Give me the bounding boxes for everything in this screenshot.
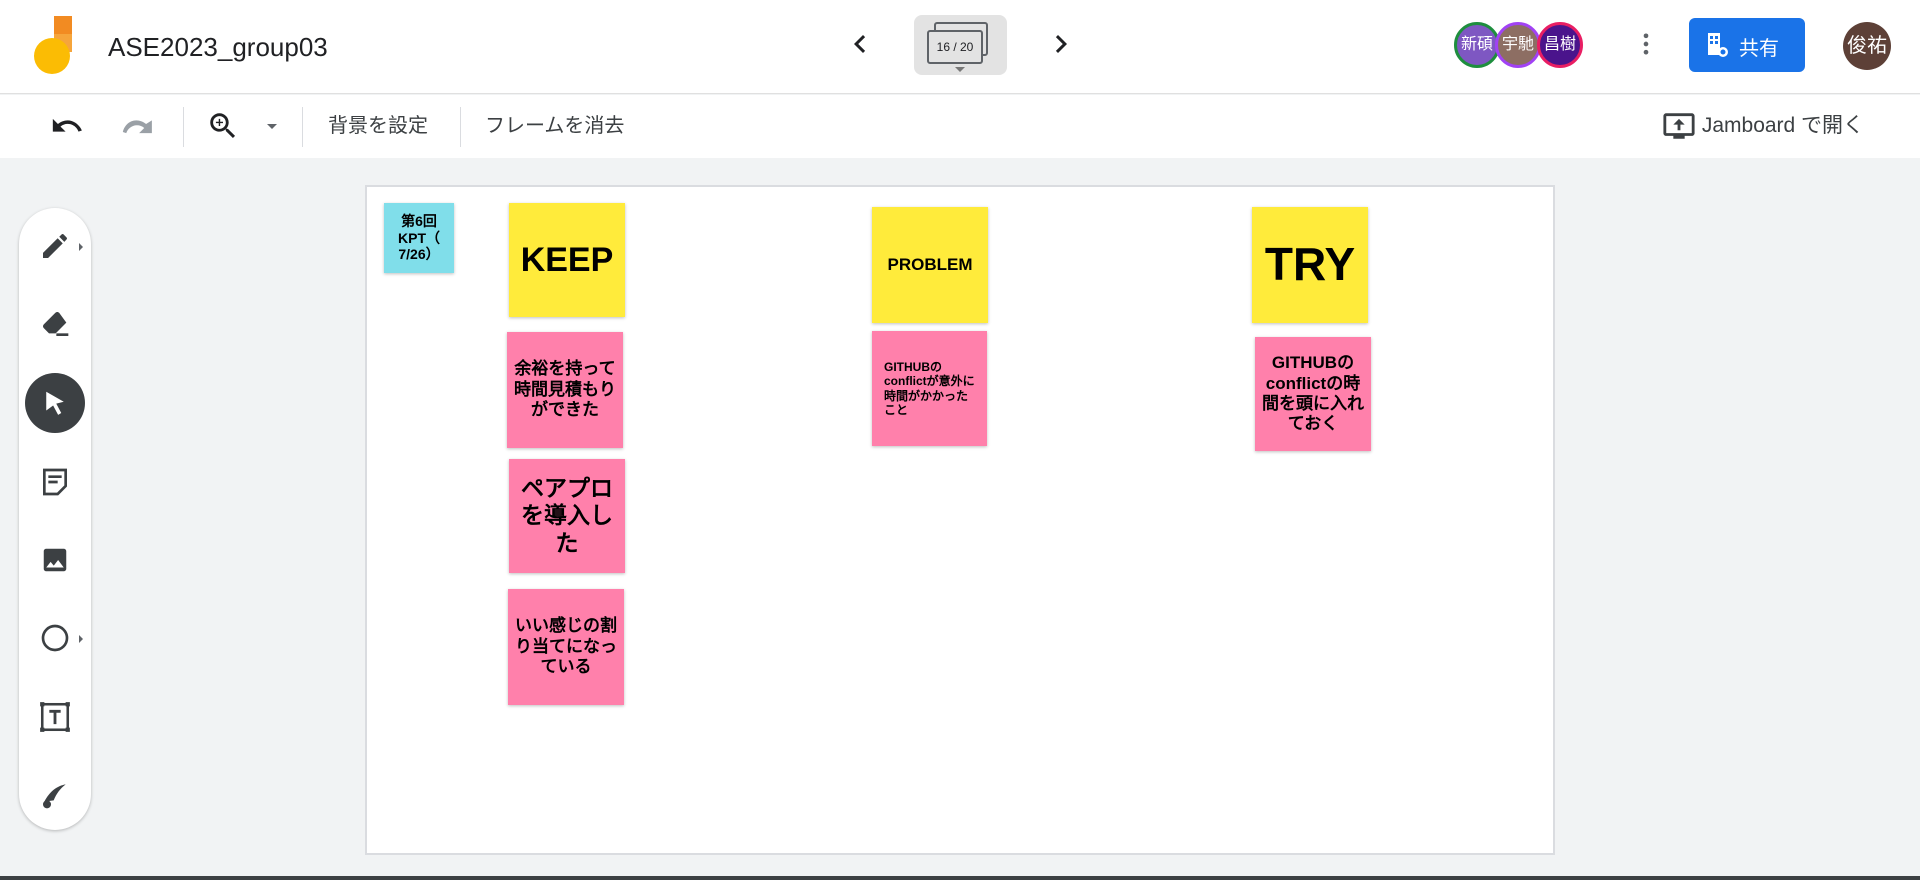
pen-tool[interactable] xyxy=(25,216,85,276)
collaborator-avatar[interactable]: 宇馳 xyxy=(1495,22,1541,68)
redo-button[interactable] xyxy=(120,109,154,143)
frame-bar-toggle[interactable]: 16 / 20 xyxy=(914,15,1007,75)
title-sticky-note[interactable]: 第6回 KPT（ 7/26） xyxy=(384,203,454,273)
toolbar-divider xyxy=(183,107,184,147)
laser-tool[interactable] xyxy=(25,765,85,825)
laser-icon xyxy=(43,784,66,809)
more-vert-icon xyxy=(1643,33,1649,55)
undo-button[interactable] xyxy=(50,109,84,143)
caret-down-icon xyxy=(955,67,965,72)
zoom-in-icon xyxy=(210,113,236,139)
toolbar-divider xyxy=(460,107,461,147)
chevron-right-icon xyxy=(1055,35,1067,53)
keep-header-note[interactable]: KEEP xyxy=(509,203,625,317)
open-display-icon xyxy=(1663,113,1695,140)
redo-icon xyxy=(122,120,152,134)
zoom-button[interactable] xyxy=(206,109,240,143)
image-tool[interactable] xyxy=(25,530,85,590)
submenu-arrow-icon xyxy=(79,243,83,251)
problem-note[interactable]: GITHUBのconflictが意外に時間がかかったこと xyxy=(872,331,987,446)
sticky-note-tool[interactable] xyxy=(25,452,85,512)
keep-note[interactable]: 余裕を持って時間見積もりができた xyxy=(507,332,623,448)
top-bar: ASE2023_group03 16 / 20 新碩 宇馳 昌樹 共有 俊祐 xyxy=(0,0,1920,94)
text-box-tool[interactable] xyxy=(25,687,85,747)
building-share-icon xyxy=(1708,33,1728,57)
tool-rail xyxy=(19,208,91,830)
pen-icon xyxy=(43,234,67,258)
undo-icon xyxy=(52,118,82,132)
image-icon xyxy=(43,548,67,572)
set-background-button[interactable]: 背景を設定 xyxy=(328,109,428,143)
keep-note[interactable]: ペアプロを導入した xyxy=(509,459,625,573)
collaborator-avatar[interactable]: 新碩 xyxy=(1454,22,1500,68)
select-tool[interactable] xyxy=(25,373,85,433)
jamboard-logo[interactable] xyxy=(34,16,74,74)
submenu-arrow-icon xyxy=(79,635,83,643)
sticky-note-icon xyxy=(43,468,67,496)
circle-icon xyxy=(41,624,69,652)
toolbar-divider xyxy=(302,107,303,147)
user-avatar[interactable]: 俊祐 xyxy=(1843,22,1891,70)
shape-tool[interactable] xyxy=(25,608,85,668)
text-box-icon xyxy=(40,702,70,732)
collaborator-avatar[interactable]: 昌樹 xyxy=(1537,22,1583,68)
zoom-menu-button[interactable] xyxy=(262,109,282,143)
open-in-jamboard-label: Jamboard で開く xyxy=(1701,114,1865,137)
logo-circle xyxy=(34,38,70,74)
cursor-icon xyxy=(46,391,64,415)
chevron-left-icon xyxy=(854,35,866,53)
share-button[interactable]: 共有 xyxy=(1689,18,1805,72)
eraser-tool[interactable] xyxy=(25,294,85,354)
try-header-note[interactable]: TRY xyxy=(1252,207,1368,323)
document-title[interactable]: ASE2023_group03 xyxy=(108,32,328,63)
frame-counter-label: 16 / 20 xyxy=(927,30,983,64)
jamboard-canvas[interactable]: 第6回 KPT（ 7/26） KEEP 余裕を持って時間見積もりができた ペアプ… xyxy=(365,185,1555,855)
problem-header-note[interactable]: PROBLEM xyxy=(872,207,988,323)
action-toolbar: 背景を設定 フレームを消去 Jamboard で開く xyxy=(0,95,1920,158)
keep-note[interactable]: いい感じの割り当てになっている xyxy=(508,589,624,705)
more-options-button[interactable] xyxy=(1632,26,1660,62)
try-note[interactable]: GITHUBのconflictの時間を頭に入れておく xyxy=(1255,337,1371,451)
next-frame-button[interactable] xyxy=(1043,26,1079,62)
previous-frame-button[interactable] xyxy=(842,26,878,62)
caret-down-icon xyxy=(267,124,277,129)
share-button-label: 共有 xyxy=(1739,38,1779,60)
eraser-icon xyxy=(43,312,69,336)
bottom-edge-strip xyxy=(0,876,1920,880)
open-in-jamboard-button[interactable]: Jamboard で開く xyxy=(1662,109,1864,143)
clear-frame-button[interactable]: フレームを消去 xyxy=(485,109,624,143)
logo-square-top xyxy=(54,16,72,34)
